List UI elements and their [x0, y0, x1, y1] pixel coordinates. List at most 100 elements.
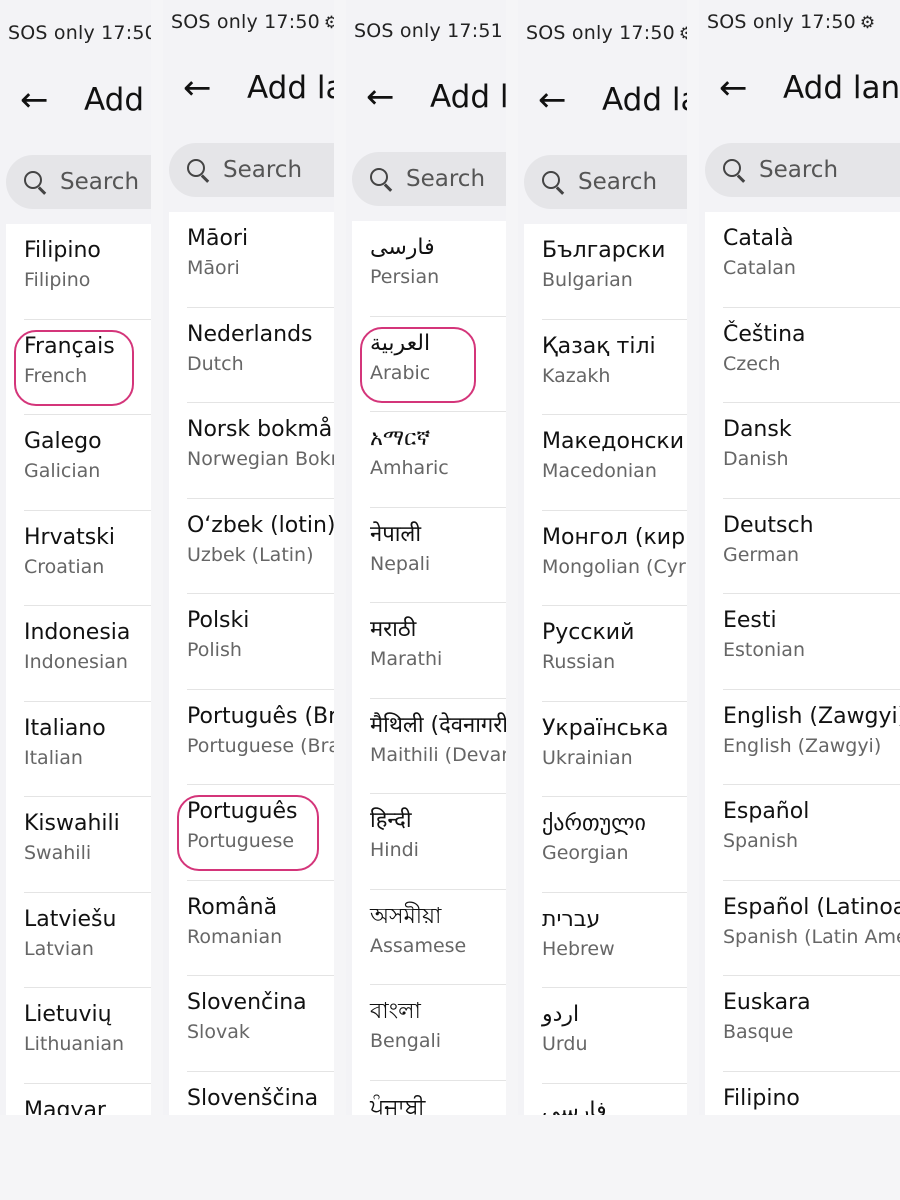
language-native-name: Indonesia: [24, 620, 131, 645]
language-list-item[interactable]: Монгол (кирилл) Mongolian (Cyrillic): [542, 511, 687, 606]
language-native-name: Polski: [187, 608, 250, 633]
language-list-item[interactable]: मराठी Marathi: [370, 603, 506, 699]
language-list-item[interactable]: Español (Latinoamérica) Spanish (Latin Am…: [723, 881, 900, 976]
language-english-name: Mongolian (Cyrillic): [542, 555, 687, 578]
screenshot-panel-3: SOS only 17:51 ← Add la Search فارسی Pers…: [346, 0, 506, 1200]
language-english-name: English (Zawgyi): [723, 734, 882, 757]
language-native-name: ქართული: [542, 811, 646, 836]
language-list-item[interactable]: Nederlands Dutch: [187, 308, 334, 403]
language-list-item[interactable]: हिन्दी Hindi: [370, 794, 506, 890]
language-native-name: Português (Brasil): [187, 703, 334, 729]
language-native-name: Slovenščina: [187, 1085, 319, 1111]
language-english-name: Georgian: [542, 842, 629, 864]
language-native-name: Русский: [542, 620, 635, 645]
search-icon: [24, 171, 46, 193]
language-english-name: Catalan: [723, 257, 796, 279]
language-list-item[interactable]: Français French: [14, 320, 151, 415]
language-list-item[interactable]: Magyar: [24, 1084, 151, 1116]
language-list-item[interactable]: Galego Galician: [24, 415, 151, 511]
language-list-item[interactable]: اردو Urdu: [542, 988, 687, 1084]
language-list-item[interactable]: Català Catalan: [723, 212, 900, 308]
language-list-item[interactable]: मैथिली (देवनागरी) Maithili (Devanagari): [370, 699, 506, 794]
language-list-item[interactable]: فارسی Persian: [370, 221, 506, 317]
language-english-name: Māori: [187, 257, 240, 279]
language-english-name: Marathi: [370, 648, 443, 670]
screenshot-panel-5: SOS only 17:50⚙ ← Add language Search Ca…: [699, 0, 900, 1200]
language-list-item[interactable]: Español Spanish: [723, 785, 900, 881]
language-list-item[interactable]: Română Romanian: [187, 881, 334, 976]
search-icon: [542, 171, 564, 193]
language-native-name: Español (Latinoamérica): [723, 894, 900, 920]
language-list-item[interactable]: Български Bulgarian: [542, 224, 687, 320]
language-list-item[interactable]: Filipino: [723, 1072, 900, 1116]
language-list-item[interactable]: ქართული Georgian: [542, 797, 687, 893]
status-bar: SOS only 17:51: [354, 20, 503, 42]
language-english-name: Persian: [370, 266, 440, 288]
language-list-item[interactable]: Українська Ukrainian: [542, 702, 687, 797]
language-list-item[interactable]: Português Portuguese: [177, 785, 334, 881]
language-list-item[interactable]: Slovenščina: [187, 1072, 334, 1116]
back-arrow-icon[interactable]: ←: [538, 83, 582, 117]
screenshot-panel-1: SOS only 17:50 ← Add l Search FilipinoFi…: [0, 0, 151, 1200]
status-bar: SOS only 17:50: [8, 22, 151, 44]
language-list-item[interactable]: አማርኛ Amharic: [370, 412, 506, 508]
search-input[interactable]: Search: [524, 155, 687, 209]
back-arrow-icon[interactable]: ←: [183, 71, 227, 105]
search-input[interactable]: Search: [169, 143, 334, 197]
search-input[interactable]: Search: [352, 152, 506, 206]
language-list-item[interactable]: Latviešu Latvian: [24, 893, 151, 988]
language-list-item[interactable]: Polski Polish: [187, 594, 334, 690]
language-list-item[interactable]: ਪੰਜਾਬੀ: [370, 1081, 506, 1116]
language-list-item[interactable]: Português (Brasil) Portuguese (Brazil): [187, 690, 334, 785]
language-list-item[interactable]: Русский Russian: [542, 606, 687, 702]
language-native-name: فارسی: [542, 1097, 607, 1116]
language-list-item[interactable]: O‘zbek (lotin) Uzbek (Latin): [187, 499, 334, 594]
language-list-item[interactable]: Dansk Danish: [723, 403, 900, 499]
language-list-item[interactable]: فارسی: [542, 1084, 687, 1116]
language-list-item[interactable]: Deutsch German: [723, 499, 900, 594]
language-native-name: Português: [187, 799, 298, 824]
language-english-name: Italian: [24, 746, 83, 769]
language-list-item[interactable]: Македонски Macedonian: [542, 415, 687, 511]
back-arrow-icon[interactable]: ←: [20, 83, 64, 117]
language-native-name: हिन्दी: [370, 808, 412, 833]
back-arrow-icon[interactable]: ←: [366, 80, 410, 114]
language-english-name: Arabic: [370, 361, 431, 384]
language-english-name: Bulgarian: [542, 269, 633, 291]
language-list-item[interactable]: Hrvatski Croatian: [24, 511, 151, 606]
status-bar: SOS only 17:50 ⚙: [526, 22, 687, 44]
language-list-item[interactable]: অসমীয়া Assamese: [370, 890, 506, 985]
language-list-item[interactable]: Italiano Italian: [24, 702, 151, 797]
language-list-item[interactable]: Slovenčina Slovak: [187, 976, 334, 1072]
search-input[interactable]: Search: [6, 155, 151, 209]
status-bar: SOS only 17:50 ⚙: [171, 11, 334, 33]
language-list-item[interactable]: Lietuvių Lithuanian: [24, 988, 151, 1084]
language-list: فارسی Persian العربية Arabic አማርኛ Amharic नेपा…: [352, 221, 506, 1115]
language-english-name: Amharic: [370, 457, 449, 479]
language-list-item[interactable]: Euskara Basque: [723, 976, 900, 1072]
language-native-name: Hrvatski: [24, 524, 116, 550]
language-list-item[interactable]: नेपाली Nepali: [370, 508, 506, 603]
language-list-item[interactable]: Қазақ тілі Kazakh: [542, 320, 687, 415]
language-list-item[interactable]: English (Zawgyi) English (Zawgyi): [723, 690, 900, 785]
language-list-item[interactable]: Māori Māori: [187, 212, 334, 308]
language-english-name: Indonesian: [24, 651, 128, 673]
language-list-item[interactable]: Eesti Estonian: [723, 594, 900, 690]
language-list-item[interactable]: Indonesia Indonesian: [24, 606, 151, 702]
language-english-name: Kazakh: [542, 364, 611, 387]
language-english-name: Urdu: [542, 1033, 588, 1055]
language-list-item[interactable]: Filipino Filipino: [24, 224, 151, 320]
language-english-name: Russian: [542, 651, 616, 673]
search-input[interactable]: Search: [705, 143, 900, 197]
language-native-name: বাংলা: [370, 999, 421, 1024]
language-list-item[interactable]: Čeština Czech: [723, 308, 900, 403]
status-bar: SOS only 17:50 ⚙: [707, 11, 875, 33]
language-list-item[interactable]: العربية Arabic: [360, 317, 506, 412]
gear-icon: ⚙: [678, 24, 687, 44]
language-list-item[interactable]: বাংলা Bengali: [370, 985, 506, 1081]
language-list-item[interactable]: עברית Hebrew: [542, 893, 687, 988]
language-native-name: Lietuvių: [24, 1002, 112, 1027]
language-list-item[interactable]: Kiswahili Swahili: [24, 797, 151, 893]
language-list-item[interactable]: Norsk bokmål Norwegian Bokmål: [187, 403, 334, 499]
back-arrow-icon[interactable]: ←: [719, 71, 763, 105]
